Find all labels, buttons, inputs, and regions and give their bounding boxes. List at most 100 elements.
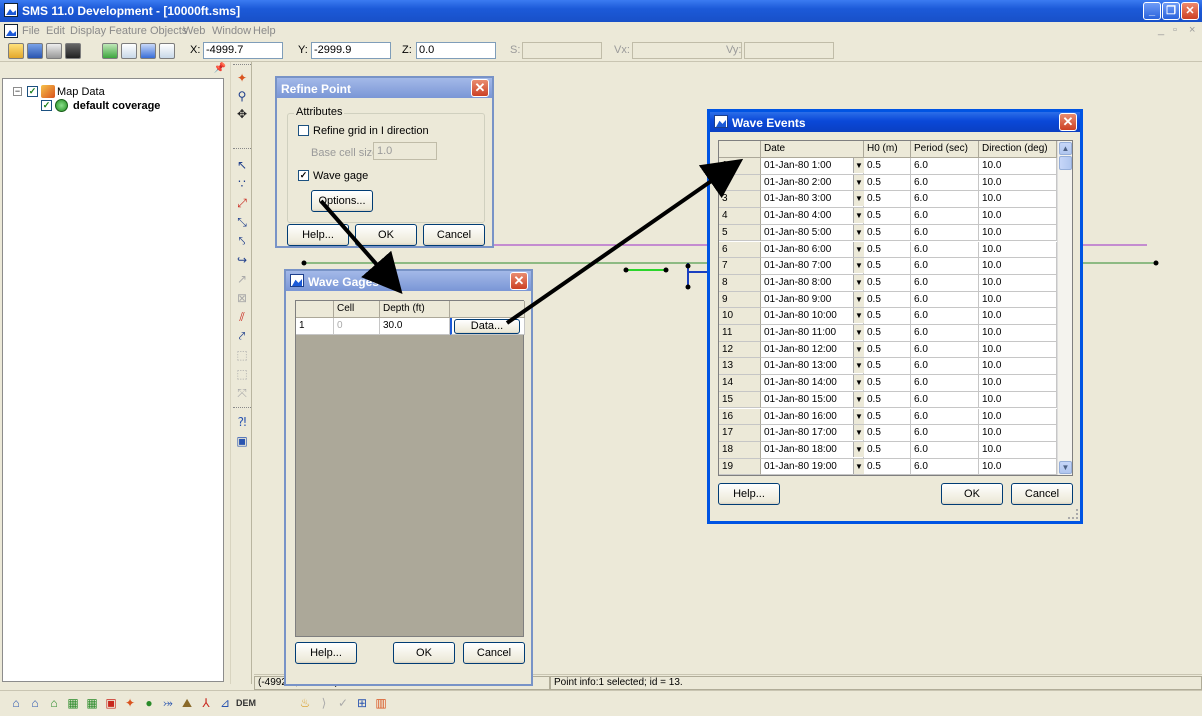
h0-cell[interactable]: 0.5 <box>864 291 911 309</box>
transform-icon[interactable]: ⤧ <box>234 385 250 401</box>
date-dropdown[interactable]: ▼ <box>852 425 864 442</box>
period-cell[interactable]: 6.0 <box>911 358 979 376</box>
particle-module-icon[interactable]: ⤖ <box>160 695 176 711</box>
ok-button[interactable]: OK <box>941 483 1003 505</box>
direction-cell[interactable]: 10.0 <box>979 341 1057 359</box>
select-block-icon[interactable]: ⬚ <box>234 366 250 382</box>
h0-cell[interactable]: 0.5 <box>864 391 911 409</box>
mdi-minimize-button[interactable]: _ <box>1158 24 1164 36</box>
delete-icon[interactable] <box>65 43 81 59</box>
bar-chart-icon[interactable]: ▥ <box>373 695 389 711</box>
column-header-period[interactable]: Period (sec) <box>911 141 979 158</box>
period-cell[interactable]: 6.0 <box>911 458 979 475</box>
pan-tool-icon[interactable]: ✥ <box>234 106 250 122</box>
direction-cell[interactable]: 10.0 <box>979 458 1057 475</box>
dropdown-arrow-icon[interactable]: ▼ <box>853 308 864 324</box>
direction-cell[interactable]: 10.0 <box>979 224 1057 242</box>
h0-cell[interactable]: 0.5 <box>864 341 911 359</box>
mesh-module-icon[interactable]: ⌂ <box>8 695 24 711</box>
h0-cell[interactable]: 0.5 <box>864 191 911 209</box>
dropdown-arrow-icon[interactable]: ▼ <box>853 375 864 391</box>
dropdown-arrow-icon[interactable]: ▼ <box>853 158 864 173</box>
map-data-checkbox[interactable]: ✓ <box>27 86 38 97</box>
map-module-icon[interactable]: ✦ <box>122 695 138 711</box>
refresh-icon[interactable] <box>102 43 118 59</box>
depth-value-field[interactable]: 30.0 <box>380 318 450 335</box>
period-cell[interactable]: 6.0 <box>911 241 979 259</box>
dropdown-arrow-icon[interactable]: ▼ <box>853 425 864 441</box>
direction-cell[interactable]: 10.0 <box>979 308 1057 325</box>
h0-cell[interactable]: 0.5 <box>864 241 911 259</box>
h0-cell[interactable]: 0.5 <box>864 224 911 242</box>
h0-cell[interactable]: 0.5 <box>864 208 911 225</box>
date-dropdown[interactable]: ▼ <box>852 174 864 192</box>
arc-node[interactable] <box>623 267 629 273</box>
menu-edit[interactable]: Edit <box>46 25 65 37</box>
raster-module-icon[interactable]: ▣ <box>103 695 119 711</box>
direction-cell[interactable]: 10.0 <box>979 241 1057 259</box>
date-cell[interactable]: 01-Jan-80 1:00 <box>761 158 864 175</box>
data-button[interactable]: Data... <box>454 319 520 334</box>
direction-cell[interactable]: 10.0 <box>979 191 1057 209</box>
date-cell[interactable]: 01-Jan-80 8:00 <box>761 274 864 292</box>
select-cell-icon[interactable]: ⊠ <box>234 290 250 306</box>
open-icon[interactable] <box>8 43 24 59</box>
axes-icon[interactable] <box>159 43 175 59</box>
zoom-tool-icon[interactable]: ⚲ <box>234 88 250 104</box>
period-cell[interactable]: 6.0 <box>911 291 979 309</box>
zoom-frame-icon[interactable] <box>121 43 137 59</box>
period-cell[interactable]: 6.0 <box>911 174 979 192</box>
select-polygon-icon[interactable]: ↗ <box>234 271 250 287</box>
h0-cell[interactable]: 0.5 <box>864 408 911 426</box>
h0-cell[interactable]: 0.5 <box>864 158 911 175</box>
collapse-toggle[interactable]: − <box>13 87 22 96</box>
select-feature-icon[interactable]: ⤤ <box>234 328 250 344</box>
drop-icon[interactable] <box>140 43 156 59</box>
h0-cell[interactable]: 0.5 <box>864 358 911 376</box>
pin-icon[interactable]: 📌 <box>214 63 226 74</box>
close-icon[interactable]: ✕ <box>510 272 528 290</box>
period-cell[interactable]: 6.0 <box>911 208 979 225</box>
h0-cell[interactable]: 0.5 <box>864 258 911 275</box>
1d-grid-module-icon[interactable]: ⅄ <box>198 695 214 711</box>
options-button[interactable]: Options... <box>311 190 373 212</box>
create-node-icon[interactable]: ∵ <box>234 176 250 192</box>
period-cell[interactable]: 6.0 <box>911 375 979 392</box>
direction-cell[interactable]: 10.0 <box>979 441 1057 459</box>
date-dropdown[interactable]: ▼ <box>852 258 864 275</box>
resize-grip[interactable] <box>1068 509 1078 519</box>
direction-cell[interactable]: 10.0 <box>979 358 1057 376</box>
date-cell[interactable]: 01-Jan-80 11:00 <box>761 325 864 342</box>
period-cell[interactable]: 6.0 <box>911 425 979 442</box>
quadtree-grid-icon[interactable]: ▦ <box>84 695 100 711</box>
restore-button[interactable]: ❐ <box>1162 2 1180 20</box>
dropdown-arrow-icon[interactable]: ▼ <box>853 408 864 424</box>
app-title-bar[interactable]: SMS 11.0 Development - [10000ft.sms] _ ❐… <box>0 0 1202 22</box>
period-cell[interactable]: 6.0 <box>911 325 979 342</box>
wave-events-grid[interactable]: Date H0 (m) Period (sec) Direction (deg)… <box>718 140 1073 476</box>
dropdown-arrow-icon[interactable]: ▼ <box>853 325 864 340</box>
date-cell[interactable]: 01-Jan-80 7:00 <box>761 258 864 275</box>
graph-icon[interactable]: ⊞ <box>354 695 370 711</box>
x-coordinate-field[interactable]: -4999.7 <box>203 42 283 59</box>
direction-cell[interactable]: 10.0 <box>979 208 1057 225</box>
period-cell[interactable]: 6.0 <box>911 408 979 426</box>
period-cell[interactable]: 6.0 <box>911 191 979 209</box>
date-cell[interactable]: 01-Jan-80 6:00 <box>761 241 864 259</box>
period-cell[interactable]: 6.0 <box>911 308 979 325</box>
cancel-button[interactable]: Cancel <box>423 224 485 246</box>
dropdown-arrow-icon[interactable]: ▼ <box>853 341 864 357</box>
h0-cell[interactable]: 0.5 <box>864 274 911 292</box>
refine-grid-checkbox[interactable] <box>298 125 309 136</box>
menu-help[interactable]: Help <box>253 25 276 37</box>
dropdown-arrow-icon[interactable]: ▼ <box>853 224 864 240</box>
date-cell[interactable]: 01-Jan-80 10:00 <box>761 308 864 325</box>
select-region-icon[interactable]: ⬚ <box>234 347 250 363</box>
hydrograph-module-icon[interactable]: ⊿ <box>217 695 233 711</box>
print-icon[interactable] <box>46 43 62 59</box>
ok-button[interactable]: OK <box>355 224 417 246</box>
help-button[interactable]: Help... <box>718 483 780 505</box>
date-dropdown[interactable]: ▼ <box>852 208 864 225</box>
y-coordinate-field[interactable]: -2999.9 <box>311 42 391 59</box>
h0-cell[interactable]: 0.5 <box>864 425 911 442</box>
